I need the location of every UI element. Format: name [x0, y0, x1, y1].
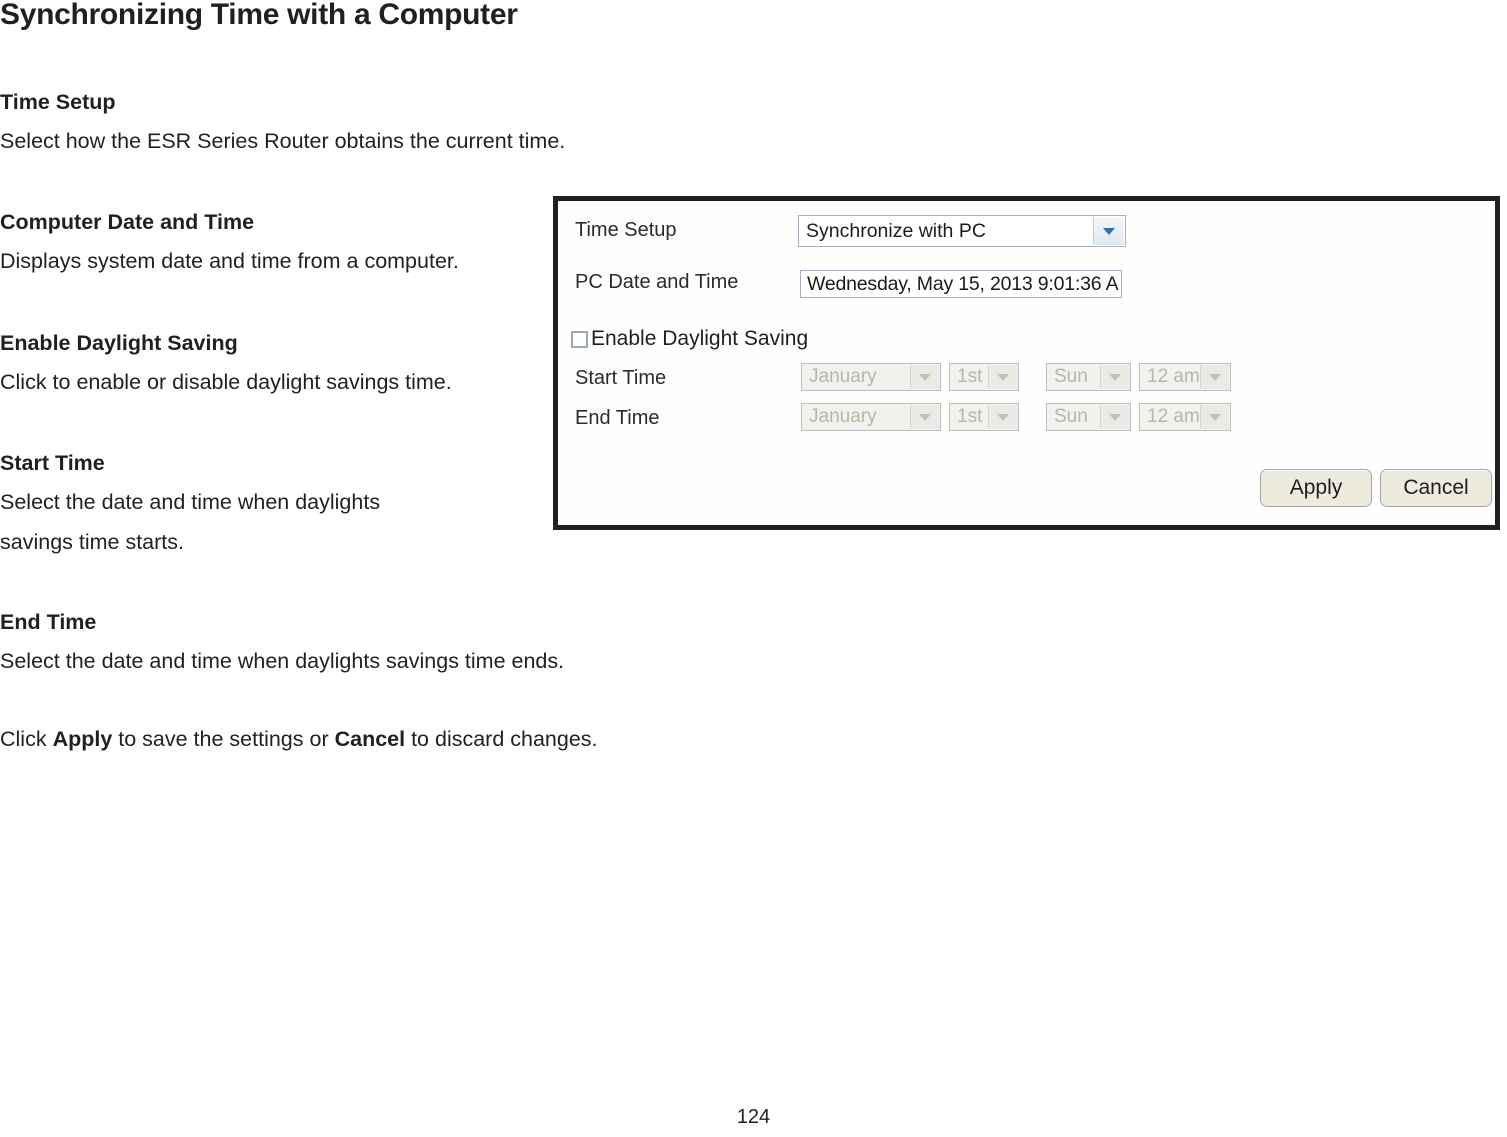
cancel-button[interactable]: Cancel — [1380, 469, 1492, 507]
section-body-time-setup: Select how the ESR Series Router obtains… — [0, 129, 566, 153]
label-end-time: End Time — [575, 407, 660, 429]
label-pc-date-and-time: PC Date and Time — [575, 271, 739, 293]
start-time-month-value: January — [809, 366, 877, 387]
end-time-hour-select[interactable]: 12 am — [1139, 403, 1231, 431]
enable-daylight-saving-label: Enable Daylight Saving — [591, 327, 809, 350]
pc-date-and-time-input[interactable]: Wednesday, May 15, 2013 9:01:36 A — [800, 270, 1122, 298]
chevron-down-icon[interactable] — [988, 365, 1017, 389]
end-time-hour-value: 12 am — [1147, 406, 1200, 427]
page-title: Synchronizing Time with a Computer — [0, 0, 518, 31]
apply-button[interactable]: Apply — [1260, 469, 1372, 507]
section-body-computer-date-and-time: Displays system date and time from a com… — [0, 249, 459, 273]
section-heading-time-setup: Time Setup — [0, 90, 116, 114]
start-time-weekday-value: Sun — [1054, 366, 1088, 387]
footer-note-cancel: Cancel — [334, 727, 406, 751]
chevron-down-icon[interactable] — [1093, 217, 1124, 245]
section-body-start-time-line1: Select the date and time when daylights — [0, 490, 381, 514]
footer-note-prefix: Click — [0, 727, 53, 751]
end-time-day-value: 1st — [957, 406, 983, 427]
start-time-hour-select[interactable]: 12 am — [1139, 363, 1231, 391]
section-body-end-time: Select the date and time when daylights … — [0, 649, 565, 673]
end-time-weekday-value: Sun — [1054, 406, 1088, 427]
section-heading-computer-date-and-time: Computer Date and Time — [0, 210, 255, 234]
start-time-hour-value: 12 am — [1147, 366, 1200, 387]
time-setup-select[interactable]: Synchronize with PC — [798, 215, 1126, 247]
footer-note-suffix: to discard changes. — [405, 727, 598, 751]
end-time-weekday-select[interactable]: Sun — [1046, 403, 1131, 431]
start-time-day-select[interactable]: 1st — [949, 363, 1019, 391]
chevron-down-icon[interactable] — [910, 365, 939, 389]
end-time-month-value: January — [809, 406, 877, 427]
chevron-down-icon[interactable] — [988, 405, 1017, 429]
label-time-setup: Time Setup — [575, 219, 677, 241]
section-body-enable-daylight-saving: Click to enable or disable daylight savi… — [0, 370, 452, 394]
enable-daylight-saving-checkbox-row[interactable]: Enable Daylight Saving — [571, 327, 808, 351]
start-time-weekday-select[interactable]: Sun — [1046, 363, 1131, 391]
chevron-down-icon[interactable] — [910, 405, 939, 429]
footer-note-apply: Apply — [52, 727, 113, 751]
time-setup-select-value: Synchronize with PC — [806, 219, 986, 242]
checkbox-icon[interactable] — [571, 330, 588, 348]
screenshot-panel-inner: Time Setup Synchronize with PC PC Date a… — [558, 201, 1495, 525]
pc-date-and-time-value: Wednesday, May 15, 2013 9:01:36 A — [807, 272, 1119, 295]
section-heading-start-time: Start Time — [0, 451, 105, 475]
start-time-month-select[interactable]: January — [801, 363, 941, 391]
label-start-time: Start Time — [575, 367, 667, 389]
end-time-day-select[interactable]: 1st — [949, 403, 1019, 431]
footer-note-middle: to save the settings or — [112, 727, 335, 751]
start-time-day-value: 1st — [957, 366, 983, 387]
section-heading-end-time: End Time — [0, 610, 97, 634]
end-time-month-select[interactable]: January — [801, 403, 941, 431]
chevron-down-icon[interactable] — [1100, 365, 1129, 389]
chevron-down-icon[interactable] — [1200, 365, 1229, 389]
screenshot-panel: Time Setup Synchronize with PC PC Date a… — [553, 196, 1500, 530]
chevron-down-icon[interactable] — [1100, 405, 1129, 429]
section-body-start-time-line2: savings time starts. — [0, 530, 184, 554]
chevron-down-icon[interactable] — [1200, 405, 1229, 429]
page-number: 124 — [736, 1106, 771, 1128]
footer-note: Click Apply to save the settings or Canc… — [0, 719, 598, 759]
section-heading-enable-daylight-saving: Enable Daylight Saving — [0, 331, 238, 355]
